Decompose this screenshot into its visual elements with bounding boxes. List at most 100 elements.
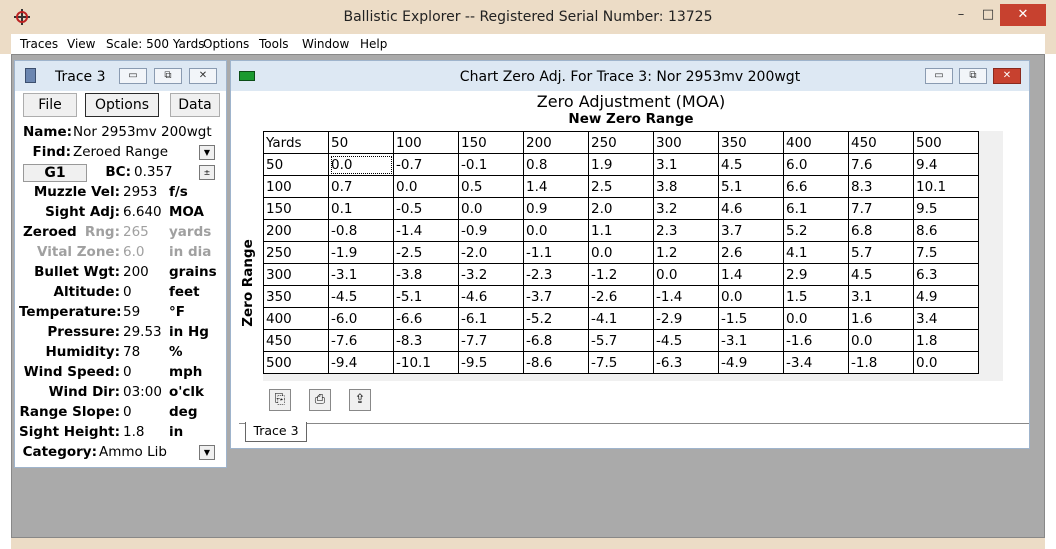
- table-cell[interactable]: 0.0: [913, 351, 979, 374]
- rng-value[interactable]: 265: [123, 224, 149, 240]
- table-cell[interactable]: -0.9: [458, 219, 524, 242]
- trace-minimize-button[interactable]: ▭: [119, 68, 147, 84]
- table-cell[interactable]: 0.5: [458, 175, 524, 198]
- menu-scale[interactable]: Scale: 500 Yards: [106, 37, 204, 51]
- table-cell[interactable]: -3.4: [783, 351, 849, 374]
- table-cell[interactable]: -6.8: [523, 329, 589, 352]
- table-cell[interactable]: 0.0: [653, 263, 719, 286]
- chart-window-titlebar[interactable]: Chart Zero Adj. For Trace 3: Nor 2953mv …: [231, 61, 1029, 91]
- table-cell[interactable]: -1.4: [393, 219, 459, 242]
- table-cell[interactable]: -1.5: [718, 307, 784, 330]
- table-cell[interactable]: -2.3: [523, 263, 589, 286]
- table-cell[interactable]: -3.1: [718, 329, 784, 352]
- bc-value[interactable]: 0.357: [134, 164, 173, 180]
- table-cell[interactable]: -1.2: [588, 263, 654, 286]
- table-cell[interactable]: 1.5: [783, 285, 849, 308]
- table-cell[interactable]: 1.8: [913, 329, 979, 352]
- table-cell[interactable]: 1.1: [588, 219, 654, 242]
- table-cell[interactable]: 3.1: [653, 153, 719, 176]
- table-cell[interactable]: 2.3: [653, 219, 719, 242]
- table-cell[interactable]: 1.4: [523, 175, 589, 198]
- trace-window-titlebar[interactable]: Trace 3 ▭ ⧉ ✕: [15, 61, 226, 91]
- table-cell[interactable]: -10.1: [393, 351, 459, 374]
- table-cell[interactable]: -5.1: [393, 285, 459, 308]
- table-cell[interactable]: 4.1: [783, 241, 849, 264]
- table-cell[interactable]: -9.4: [328, 351, 394, 374]
- print-icon[interactable]: ⎙: [309, 389, 331, 411]
- minimize-button[interactable]: –: [946, 4, 976, 26]
- table-cell[interactable]: -4.6: [458, 285, 524, 308]
- table-cell[interactable]: -1.4: [653, 285, 719, 308]
- copy-icon[interactable]: ⎘: [269, 389, 291, 411]
- temperature-value[interactable]: 59: [123, 304, 140, 320]
- table-cell[interactable]: 0.1: [328, 197, 394, 220]
- table-cell[interactable]: 6.1: [783, 197, 849, 220]
- table-cell[interactable]: 5.2: [783, 219, 849, 242]
- table-cell[interactable]: 8.3: [848, 175, 914, 198]
- table-cell[interactable]: 8.6: [913, 219, 979, 242]
- table-cell[interactable]: 0.7: [328, 175, 394, 198]
- table-cell[interactable]: 2.9: [783, 263, 849, 286]
- table-cell[interactable]: -0.1: [458, 153, 524, 176]
- table-cell[interactable]: 7.5: [913, 241, 979, 264]
- menu-tools[interactable]: Tools: [259, 37, 289, 51]
- table-cell[interactable]: 6.0: [783, 153, 849, 176]
- table-cell[interactable]: 3.8: [653, 175, 719, 198]
- table-cell[interactable]: 0.0: [328, 153, 394, 176]
- table-cell[interactable]: -6.0: [328, 307, 394, 330]
- table-cell[interactable]: -6.1: [458, 307, 524, 330]
- table-cell[interactable]: 0.0: [783, 307, 849, 330]
- table-cell[interactable]: 0.0: [588, 241, 654, 264]
- sight-height-value[interactable]: 1.8: [123, 424, 144, 440]
- table-cell[interactable]: -4.1: [588, 307, 654, 330]
- table-cell[interactable]: -7.5: [588, 351, 654, 374]
- table-cell[interactable]: 4.5: [848, 263, 914, 286]
- muzzle-vel-value[interactable]: 2953: [123, 184, 157, 200]
- table-cell[interactable]: 1.4: [718, 263, 784, 286]
- table-cell[interactable]: -2.0: [458, 241, 524, 264]
- range-slope-value[interactable]: 0: [123, 404, 132, 420]
- table-cell[interactable]: -6.3: [653, 351, 719, 374]
- table-cell[interactable]: -9.5: [458, 351, 524, 374]
- table-cell[interactable]: 2.6: [718, 241, 784, 264]
- table-cell[interactable]: -5.7: [588, 329, 654, 352]
- table-cell[interactable]: 4.6: [718, 197, 784, 220]
- table-cell[interactable]: 2.5: [588, 175, 654, 198]
- options-button[interactable]: Options: [85, 93, 159, 117]
- table-cell[interactable]: -2.9: [653, 307, 719, 330]
- table-cell[interactable]: 1.9: [588, 153, 654, 176]
- table-cell[interactable]: 4.5: [718, 153, 784, 176]
- table-cell[interactable]: 9.5: [913, 197, 979, 220]
- table-cell[interactable]: -6.6: [393, 307, 459, 330]
- chart-minimize-button[interactable]: ▭: [925, 68, 953, 84]
- sight-adj-value[interactable]: 6.640: [123, 204, 162, 220]
- table-cell[interactable]: 1.6: [848, 307, 914, 330]
- table-cell[interactable]: 3.1: [848, 285, 914, 308]
- g1-button[interactable]: G1: [23, 164, 87, 182]
- table-cell[interactable]: 10.1: [913, 175, 979, 198]
- table-cell[interactable]: -2.6: [588, 285, 654, 308]
- table-cell[interactable]: 1.2: [653, 241, 719, 264]
- table-cell[interactable]: 0.0: [523, 219, 589, 242]
- table-cell[interactable]: 6.8: [848, 219, 914, 242]
- vital-zone-value[interactable]: 6.0: [123, 244, 144, 260]
- menu-view[interactable]: View: [67, 37, 95, 51]
- humidity-value[interactable]: 78: [123, 344, 140, 360]
- table-cell[interactable]: -7.6: [328, 329, 394, 352]
- bc-stepper-icon[interactable]: ±: [199, 165, 215, 180]
- table-cell[interactable]: -3.2: [458, 263, 524, 286]
- altitude-value[interactable]: 0: [123, 284, 132, 300]
- table-cell[interactable]: 4.9: [913, 285, 979, 308]
- table-cell[interactable]: 0.8: [523, 153, 589, 176]
- category-value[interactable]: Ammo Lib: [99, 444, 167, 460]
- table-cell[interactable]: 7.6: [848, 153, 914, 176]
- trace-maximize-button[interactable]: ⧉: [154, 68, 182, 84]
- menu-window[interactable]: Window: [302, 37, 349, 51]
- tab-trace-3[interactable]: Trace 3: [245, 422, 307, 442]
- export-icon[interactable]: ⇪: [349, 389, 371, 411]
- table-cell[interactable]: 9.4: [913, 153, 979, 176]
- chart-maximize-button[interactable]: ⧉: [959, 68, 987, 84]
- table-cell[interactable]: 0.9: [523, 197, 589, 220]
- table-cell[interactable]: -0.7: [393, 153, 459, 176]
- table-cell[interactable]: 7.7: [848, 197, 914, 220]
